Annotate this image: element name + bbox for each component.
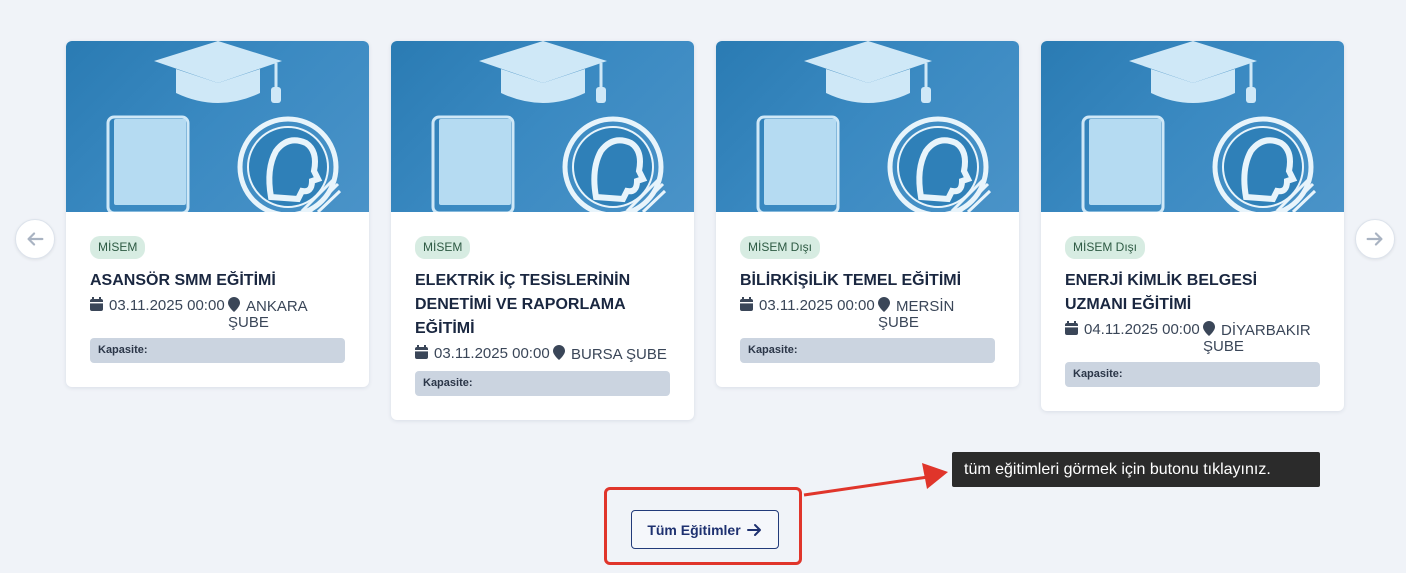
graduation-cap-icon: [154, 41, 282, 103]
calendar-icon: [1065, 321, 1078, 335]
profile-head-icon: [562, 116, 667, 212]
graduation-book-illustration: [106, 41, 342, 212]
capacity-bar: Kapasite:: [415, 371, 670, 396]
course-date-text: 03.11.2025 00:00: [109, 297, 225, 314]
location-pin-icon: [878, 297, 890, 312]
course-date: 03.11.2025 00:00: [90, 297, 228, 330]
instruction-tooltip: tüm eğitimleri görmek için butonu tıklay…: [952, 452, 1320, 487]
graduation-cap-icon: [804, 41, 932, 103]
graduation-book-illustration: [1081, 41, 1317, 212]
course-location-text: BURSA ŞUBE: [571, 346, 667, 363]
profile-head-icon: [237, 116, 342, 212]
location-pin-icon: [1203, 321, 1215, 336]
all-courses-button[interactable]: Tüm Eğitimler: [631, 510, 779, 549]
course-card-image: [1041, 41, 1344, 212]
calendar-icon: [415, 345, 428, 359]
graduation-book-illustration: [431, 41, 667, 212]
graduation-book-illustration: [756, 41, 992, 212]
course-card-image: [391, 41, 694, 212]
book-icon: [106, 115, 190, 212]
calendar-icon: [740, 297, 753, 311]
capacity-bar: Kapasite:: [740, 338, 995, 363]
course-card-image: [716, 41, 1019, 212]
course-card[interactable]: MİSEM Dışı BİLİRKİŞİLİK TEMEL EĞİTİMİ 03…: [716, 41, 1019, 387]
all-courses-button-label: Tüm Eğitimler: [647, 521, 741, 538]
arrow-right-icon: [746, 523, 761, 536]
capacity-bar: Kapasite:: [90, 338, 345, 363]
calendar-icon: [90, 297, 103, 311]
category-badge: MİSEM Dışı: [1065, 236, 1146, 259]
category-badge: MİSEM: [415, 236, 471, 259]
book-icon: [431, 115, 515, 212]
profile-head-icon: [1212, 116, 1317, 212]
carousel-prev-button[interactable]: [15, 219, 55, 259]
course-date-text: 04.11.2025 00:00: [1084, 321, 1200, 338]
course-date-text: 03.11.2025 00:00: [434, 345, 550, 362]
course-location: MERSİN ŞUBE: [878, 297, 995, 330]
course-card[interactable]: MİSEM ASANSÖR SMM EĞİTİMİ 03.11.2025 00:…: [66, 41, 369, 387]
arrow-left-icon: [27, 232, 44, 246]
course-date: 04.11.2025 00:00: [1065, 321, 1203, 354]
course-title[interactable]: ASANSÖR SMM EĞİTİMİ: [90, 269, 345, 293]
location-pin-icon: [228, 297, 240, 312]
course-location: DİYARBAKIR ŞUBE: [1203, 321, 1320, 354]
arrow-right-icon: [1366, 232, 1383, 246]
profile-head-icon: [887, 116, 992, 212]
graduation-cap-icon: [1129, 41, 1257, 103]
course-title[interactable]: ELEKTRİK İÇ TESİSLERİNİN DENETİMİ VE RAP…: [415, 269, 670, 341]
capacity-bar: Kapasite:: [1065, 362, 1320, 387]
course-title[interactable]: BİLİRKİŞİLİK TEMEL EĞİTİMİ: [740, 269, 995, 293]
category-badge: MİSEM Dışı: [740, 236, 821, 259]
course-card[interactable]: MİSEM Dışı ENERJİ KİMLİK BELGESİ UZMANI …: [1041, 41, 1344, 411]
carousel-next-button[interactable]: [1355, 219, 1395, 259]
location-pin-icon: [553, 345, 565, 360]
book-icon: [756, 115, 840, 212]
course-date: 03.11.2025 00:00: [740, 297, 878, 330]
course-title[interactable]: ENERJİ KİMLİK BELGESİ UZMANI EĞİTİMİ: [1065, 269, 1320, 317]
course-location: BURSA ŞUBE: [553, 345, 670, 363]
course-date: 03.11.2025 00:00: [415, 345, 553, 363]
course-card[interactable]: MİSEM ELEKTRİK İÇ TESİSLERİNİN DENETİMİ …: [391, 41, 694, 420]
course-date-text: 03.11.2025 00:00: [759, 297, 875, 314]
course-card-image: [66, 41, 369, 212]
book-icon: [1081, 115, 1165, 212]
graduation-cap-icon: [479, 41, 607, 103]
course-location-text: DİYARBAKIR ŞUBE: [1203, 322, 1311, 355]
category-badge: MİSEM: [90, 236, 146, 259]
course-location: ANKARA ŞUBE: [228, 297, 345, 330]
